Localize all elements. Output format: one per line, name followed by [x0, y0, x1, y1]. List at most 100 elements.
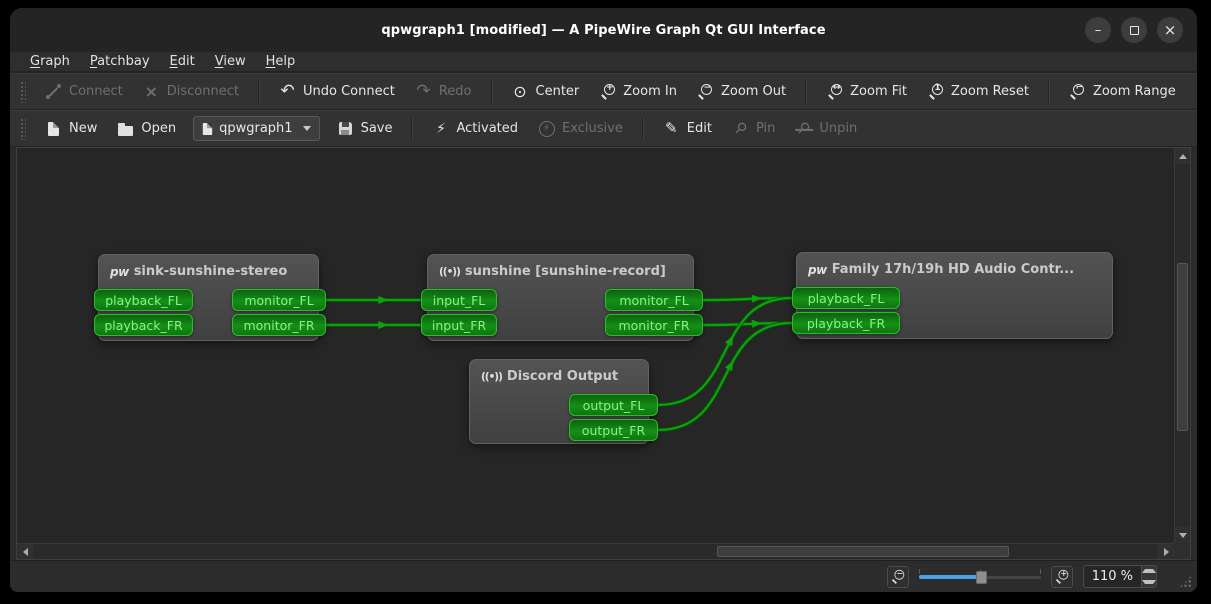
- arrow-left-icon: [23, 548, 28, 556]
- node-title-text: sunshine [sunshine-record]: [465, 264, 666, 279]
- toolbar-drag-handle[interactable]: [20, 81, 26, 103]
- close-button[interactable]: ×: [1157, 17, 1183, 43]
- zoom-fit-button[interactable]: ↔ Zoom Fit: [817, 78, 916, 105]
- connect-icon: [46, 84, 61, 99]
- disconnect-icon: ×: [143, 83, 160, 100]
- graph-toolbar: Connect × Disconnect ↶ Undo Connect ↷ Re…: [10, 73, 1197, 110]
- port-monitor_FR[interactable]: monitor_FR: [605, 314, 703, 336]
- arrow-down-icon: [1179, 533, 1187, 538]
- exclusive-toggle: ⚡ Exclusive: [529, 115, 632, 142]
- edit-label: Edit: [687, 121, 712, 136]
- undo-icon: ↶: [279, 83, 296, 100]
- broadcast-icon: ((•)): [481, 371, 502, 383]
- vertical-scrollbar[interactable]: [1174, 148, 1190, 543]
- port-input_FR[interactable]: input_FR: [421, 314, 497, 336]
- scroll-left-button[interactable]: [17, 544, 33, 560]
- redo-button: ↷ Redo: [406, 78, 481, 105]
- graph-canvas[interactable]: pwsink-sunshine-stereoplayback_FLplaybac…: [17, 148, 1174, 543]
- menu-edit[interactable]: Edit: [162, 53, 203, 70]
- menu-bar: GraphPatchbayEditViewHelp: [10, 52, 1197, 73]
- port-playback_FL[interactable]: playback_FL: [94, 289, 193, 311]
- scrollbar-corner: [1174, 543, 1190, 559]
- title-bar[interactable]: qpwgraph1 [modified] — A PipeWire Graph …: [10, 8, 1197, 52]
- statusbar-zoom-in-button[interactable]: +: [1051, 566, 1073, 588]
- vertical-scroll-thumb[interactable]: [1177, 263, 1188, 431]
- activated-bolt-icon: ⚡: [432, 120, 449, 137]
- spin-up-button[interactable]: [1142, 566, 1156, 577]
- port-input_FL[interactable]: input_FL: [421, 289, 497, 311]
- menu-patchbay[interactable]: Patchbay: [82, 53, 158, 70]
- disconnect-button: × Disconnect: [134, 78, 248, 105]
- zoom-fit-label: Zoom Fit: [850, 84, 907, 99]
- menu-help[interactable]: Help: [258, 53, 304, 70]
- slider-fill: [919, 575, 982, 579]
- scroll-right-button[interactable]: [1158, 544, 1174, 560]
- pipewire-icon: pw: [110, 265, 129, 279]
- scroll-up-button[interactable]: [1175, 148, 1191, 164]
- edit-pencil-icon: ✎: [663, 120, 680, 137]
- zoom-reset-button[interactable]: 1 Zoom Reset: [918, 78, 1038, 105]
- nodes-layer: pwsink-sunshine-stereoplayback_FLplaybac…: [17, 148, 1174, 543]
- save-label: Save: [361, 121, 393, 136]
- patchbay-selector[interactable]: qpwgraph1: [193, 116, 319, 141]
- port-playback_FL[interactable]: playback_FL: [792, 287, 900, 309]
- node-title-text: sink-sunshine-stereo: [134, 264, 288, 279]
- statusbar-zoom-out-button[interactable]: −: [887, 566, 909, 588]
- node-title: pw sink-sunshine-stereo: [99, 255, 318, 279]
- spin-down-button[interactable]: [1142, 577, 1156, 588]
- menu-view[interactable]: View: [207, 53, 254, 70]
- patchbay-toolbar: New Open qpwgraph1 Save ⚡ Activated ⚡: [10, 110, 1197, 147]
- chevron-down-icon: [303, 126, 311, 131]
- patchbay-selected-value: qpwgraph1: [219, 121, 292, 136]
- node-title: ((•))Discord Output: [470, 360, 648, 384]
- zoom-reset-icon: 1: [928, 84, 944, 100]
- zoom-out-button[interactable]: − Zoom Out: [688, 78, 795, 105]
- app-window: qpwgraph1 [modified] — A PipeWire Graph …: [10, 8, 1197, 592]
- save-button[interactable]: Save: [328, 115, 402, 142]
- port-monitor_FL[interactable]: monitor_FL: [605, 289, 703, 311]
- resize-grip[interactable]: [1179, 575, 1192, 588]
- zoom-out-label: Zoom Out: [721, 84, 786, 99]
- redo-icon: ↷: [415, 83, 432, 100]
- new-label: New: [69, 121, 97, 136]
- pin-icon: ⚲: [731, 119, 749, 137]
- zoom-slider[interactable]: [919, 568, 1041, 586]
- open-button[interactable]: Open: [108, 115, 185, 142]
- new-file-icon: [48, 122, 59, 136]
- screen: qpwgraph1 [modified] — A PipeWire Graph …: [0, 0, 1211, 604]
- node-title: ((•))sunshine [sunshine-record]: [428, 255, 693, 279]
- scroll-down-button[interactable]: [1175, 527, 1191, 543]
- toolbar-separator: [258, 80, 260, 104]
- port-output_FR[interactable]: output_FR: [569, 419, 658, 441]
- port-playback_FR[interactable]: playback_FR: [792, 312, 900, 334]
- horizontal-scrollbar[interactable]: [17, 543, 1174, 559]
- zoom-fit-icon: ↔: [827, 84, 843, 100]
- pin-label: Pin: [756, 121, 775, 136]
- connect-button: Connect: [36, 78, 132, 105]
- minimize-button[interactable]: –: [1085, 17, 1111, 43]
- unpin-button: ⚲ Unpin: [786, 115, 866, 142]
- port-playback_FR[interactable]: playback_FR: [94, 314, 193, 336]
- zoom-range-button[interactable]: ⌐ Zoom Range: [1060, 78, 1185, 105]
- new-button[interactable]: New: [36, 115, 106, 142]
- zoom-in-button[interactable]: + Zoom In: [590, 78, 686, 105]
- center-icon: ⊙: [512, 83, 529, 100]
- arrow-right-icon: [1164, 548, 1169, 556]
- menu-graph[interactable]: Graph: [22, 53, 78, 70]
- port-output_FL[interactable]: output_FL: [569, 394, 658, 416]
- port-monitor_FL[interactable]: monitor_FL: [232, 289, 326, 311]
- activated-label: Activated: [456, 121, 518, 136]
- maximize-icon: [1130, 26, 1139, 35]
- center-button[interactable]: ⊙ Center: [503, 78, 589, 105]
- maximize-button[interactable]: [1121, 17, 1147, 43]
- horizontal-scroll-thumb[interactable]: [717, 546, 1009, 557]
- port-monitor_FR[interactable]: monitor_FR: [232, 314, 326, 336]
- edit-toggle[interactable]: ✎ Edit: [654, 115, 721, 142]
- zoom-level-spinbox[interactable]: 110 %: [1083, 565, 1157, 588]
- undo-connect-button[interactable]: ↶ Undo Connect: [270, 78, 404, 105]
- slider-handle[interactable]: [976, 571, 987, 584]
- save-icon: [339, 122, 352, 135]
- activated-toggle[interactable]: ⚡ Activated: [423, 115, 527, 142]
- toolbar-separator: [1048, 80, 1050, 104]
- toolbar-drag-handle[interactable]: [20, 118, 26, 140]
